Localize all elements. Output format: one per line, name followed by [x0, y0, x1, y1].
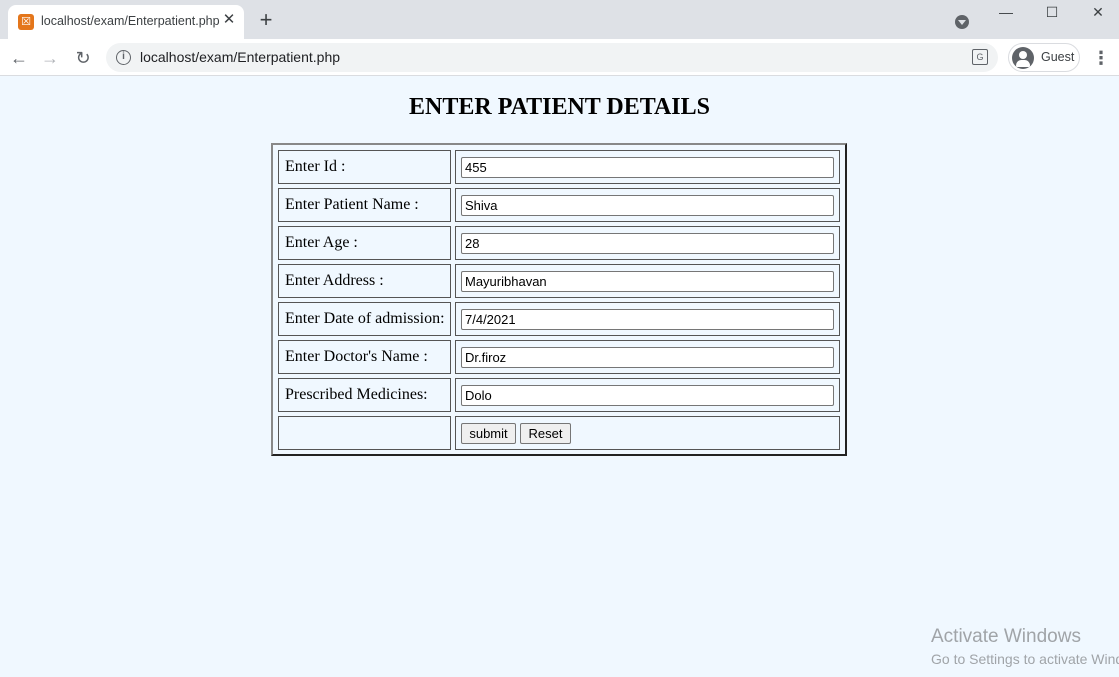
address-label: Enter Address :: [278, 264, 451, 298]
patient-name-input[interactable]: Shiva: [461, 195, 834, 216]
form-row-actions: submit Reset: [278, 416, 842, 450]
profile-label: Guest: [1041, 50, 1075, 64]
translate-icon[interactable]: G: [972, 49, 988, 65]
id-label: Enter Id :: [278, 150, 451, 184]
close-window-button[interactable]: ✕: [1083, 2, 1113, 22]
tab-title: localhost/exam/Enterpatient.php: [41, 14, 220, 28]
form-row-age: Enter Age : 28: [278, 226, 842, 260]
form-row-medicines: Prescribed Medicines: Dolo: [278, 378, 842, 412]
admission-date-label: Enter Date of admission:: [278, 302, 451, 336]
patient-name-label: Enter Patient Name :: [278, 188, 451, 222]
patient-form-table: Enter Id : 455 Enter Patient Name : Shiv…: [271, 143, 847, 456]
patient-name-cell: Shiva: [455, 188, 840, 222]
browser-toolbar: ← → ↻ i localhost/exam/Enterpatient.php …: [0, 39, 1119, 76]
address-cell: Mayuribhavan: [455, 264, 840, 298]
new-tab-button[interactable]: +: [256, 9, 276, 31]
empty-label-cell: [278, 416, 451, 450]
submit-button[interactable]: submit: [461, 423, 516, 444]
tab-strip: ☒ localhost/exam/Enterpatient.php ✕ + — …: [0, 0, 1119, 39]
xampp-favicon-icon: ☒: [18, 14, 34, 30]
forward-arrow-icon[interactable]: →: [39, 47, 61, 69]
age-label: Enter Age :: [278, 226, 451, 260]
medicines-input[interactable]: Dolo: [461, 385, 834, 406]
tab-search-icon[interactable]: [955, 15, 969, 29]
form-row-address: Enter Address : Mayuribhavan: [278, 264, 842, 298]
profile-button[interactable]: Guest: [1008, 43, 1080, 72]
actions-cell: submit Reset: [455, 416, 840, 450]
admission-date-input[interactable]: 7/4/2021: [461, 309, 834, 330]
id-input[interactable]: 455: [461, 157, 834, 178]
maximize-button[interactable]: ☐: [1037, 2, 1067, 22]
page-title: ENTER PATIENT DETAILS: [409, 94, 710, 120]
doctor-name-label: Enter Doctor's Name :: [278, 340, 451, 374]
kebab-menu-icon[interactable]: ⋮: [1092, 47, 1110, 69]
medicines-label: Prescribed Medicines:: [278, 378, 451, 412]
medicines-cell: Dolo: [455, 378, 840, 412]
minimize-button[interactable]: —: [991, 2, 1021, 22]
admission-date-cell: 7/4/2021: [455, 302, 840, 336]
address-bar[interactable]: i localhost/exam/Enterpatient.php G: [106, 43, 998, 72]
address-input[interactable]: Mayuribhavan: [461, 271, 834, 292]
doctor-name-cell: Dr.firoz: [455, 340, 840, 374]
close-tab-icon[interactable]: ✕: [221, 12, 237, 28]
back-arrow-icon[interactable]: ←: [8, 47, 30, 69]
url-text[interactable]: localhost/exam/Enterpatient.php: [140, 49, 340, 65]
age-cell: 28: [455, 226, 840, 260]
id-cell: 455: [455, 150, 840, 184]
age-input[interactable]: 28: [461, 233, 834, 254]
activate-windows-title: Activate Windows: [931, 626, 1081, 647]
avatar-icon: [1012, 47, 1034, 69]
form-row-name: Enter Patient Name : Shiva: [278, 188, 842, 222]
doctor-name-input[interactable]: Dr.firoz: [461, 347, 834, 368]
reload-icon[interactable]: ↻: [72, 47, 94, 69]
reset-button[interactable]: Reset: [520, 423, 571, 444]
form-row-doctor: Enter Doctor's Name : Dr.firoz: [278, 340, 842, 374]
form-row-id: Enter Id : 455: [278, 150, 842, 184]
browser-tab[interactable]: ☒ localhost/exam/Enterpatient.php ✕: [8, 5, 244, 39]
activate-windows-subtitle: Go to Settings to activate Windows.: [931, 651, 1119, 667]
site-info-icon[interactable]: i: [116, 50, 131, 65]
form-row-admission-date: Enter Date of admission: 7/4/2021: [278, 302, 842, 336]
